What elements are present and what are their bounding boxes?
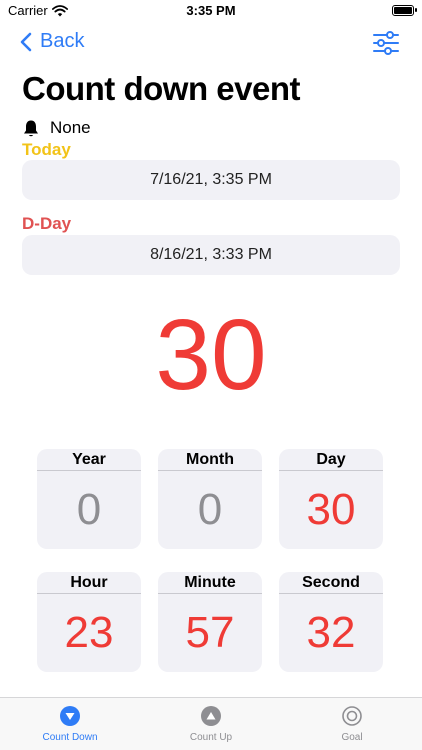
card-label: Minute xyxy=(158,572,262,594)
countdown-days-large: 30 xyxy=(155,299,267,411)
circle-up-triangle-icon xyxy=(201,706,221,726)
circle-down-triangle-icon xyxy=(60,706,80,726)
dday-date-value: 8/16/21, 3:33 PM xyxy=(150,246,272,263)
tab-label: Count Up xyxy=(189,732,233,743)
tab-count-down[interactable]: Count Down xyxy=(0,706,140,743)
navigation-bar: Back xyxy=(0,28,422,60)
today-date-value: 7/16/21, 3:35 PM xyxy=(150,171,272,188)
battery-icon xyxy=(392,5,417,16)
card-label: Hour xyxy=(37,572,141,594)
card-value: 30 xyxy=(306,485,356,534)
settings-button[interactable] xyxy=(372,31,400,55)
target-icon xyxy=(342,706,362,726)
back-label: Back xyxy=(40,30,85,52)
status-time: 3:35 PM xyxy=(186,3,236,18)
card-value: 0 xyxy=(197,485,223,534)
card-value: 23 xyxy=(64,608,114,657)
day-card: Day 30 xyxy=(279,449,383,549)
tab-bar: Count Down Count Up Goal xyxy=(0,697,422,750)
card-value: 57 xyxy=(185,608,235,657)
today-date-field[interactable]: 7/16/21, 3:35 PM xyxy=(22,160,400,200)
tab-label: Count Down xyxy=(42,732,98,743)
year-card: Year 0 xyxy=(37,449,141,549)
tab-label: Goal xyxy=(341,732,363,743)
card-label: Year xyxy=(37,449,141,471)
month-card: Month 0 xyxy=(158,449,262,549)
today-label: Today xyxy=(22,140,71,159)
alarm-label: None xyxy=(50,118,91,137)
sliders-icon xyxy=(373,31,399,55)
second-card: Second 32 xyxy=(279,572,383,672)
bell-icon xyxy=(24,120,38,136)
dday-date-field[interactable]: 8/16/21, 3:33 PM xyxy=(22,235,400,275)
minute-card: Minute 57 xyxy=(158,572,262,672)
tab-count-up[interactable]: Count Up xyxy=(141,706,281,743)
page-title: Count down event xyxy=(22,70,300,107)
card-value: 0 xyxy=(76,485,102,534)
dday-label: D-Day xyxy=(22,214,72,233)
card-label: Second xyxy=(279,572,383,594)
back-button[interactable]: Back xyxy=(20,30,84,53)
card-label: Month xyxy=(158,449,262,471)
alarm-setting[interactable]: None xyxy=(22,118,91,138)
tab-goal[interactable]: Goal xyxy=(282,706,422,743)
hour-card: Hour 23 xyxy=(37,572,141,672)
status-bar: Carrier 3:35 PM xyxy=(0,0,422,24)
card-label: Day xyxy=(279,449,383,471)
chevron-left-icon xyxy=(20,32,32,51)
card-value: 32 xyxy=(306,608,356,657)
